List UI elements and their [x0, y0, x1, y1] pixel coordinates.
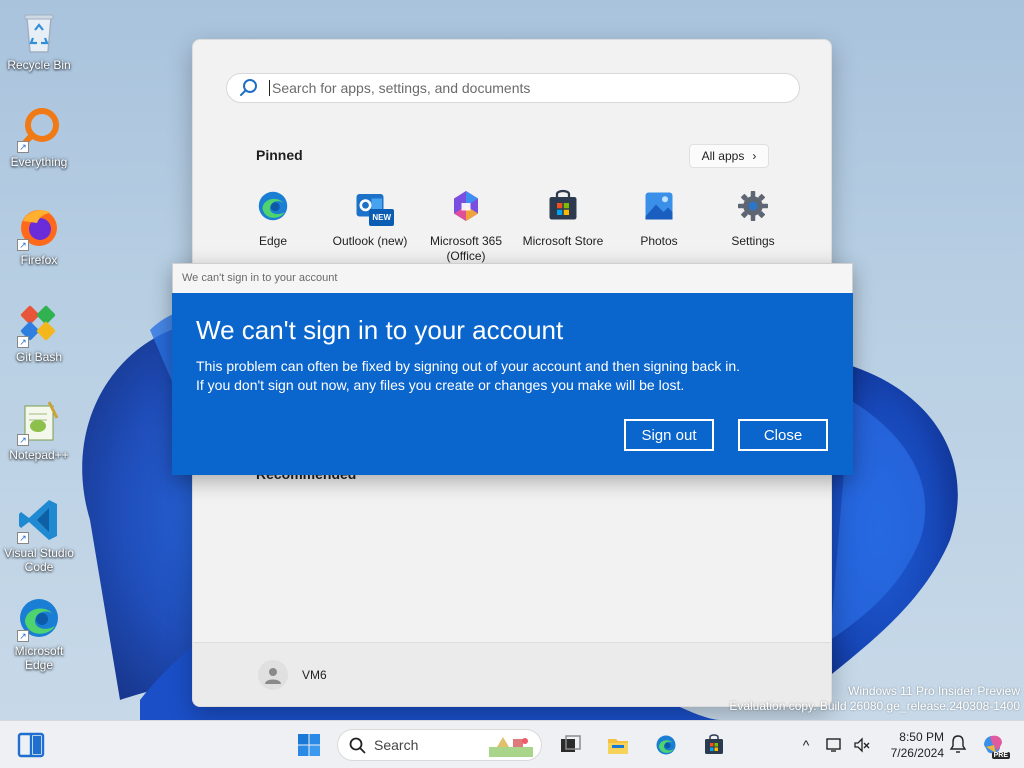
pinned-app-microsoft-store[interactable]: Microsoft Store: [513, 188, 613, 249]
pinned-app-label: Edge: [258, 234, 288, 248]
store-taskbar-button[interactable]: [694, 726, 734, 764]
search-icon: [240, 79, 257, 96]
windows-watermark: Windows 11 Pro Insider Preview Evaluatio…: [729, 684, 1020, 714]
desktop-icon-everything[interactable]: ↗ Everything: [0, 105, 78, 169]
pinned-app-label: Outlook (new): [332, 234, 408, 248]
store-icon: [705, 734, 723, 754]
dialog-message-line-2: If you don't sign out now, any files you…: [196, 377, 685, 393]
dialog-message: This problem can often be fixed by signi…: [196, 357, 740, 395]
sign-out-button[interactable]: Sign out: [624, 419, 714, 451]
shortcut-arrow-icon: ↗: [17, 532, 29, 544]
search-icon: [349, 737, 366, 754]
edge-icon: [656, 735, 676, 755]
desktop-icon-label: Visual Studio Code: [4, 546, 74, 574]
desktop-icon-label: Recycle Bin: [7, 58, 71, 72]
desktop-icon-label: Git Bash: [15, 350, 63, 364]
windows-logo-icon: [298, 734, 320, 756]
taskbar-search[interactable]: Search: [337, 729, 542, 761]
watermark-line-2: Evaluation copy. Build 26080.ge_release.…: [729, 699, 1020, 713]
chevron-right-icon: ›: [752, 149, 757, 163]
file-explorer-button[interactable]: [598, 726, 638, 764]
m365-icon: [454, 191, 478, 221]
taskbar-clock[interactable]: 8:50 PM 7/26/2024: [884, 729, 944, 761]
desktop-icon-label: Everything: [10, 155, 68, 169]
shortcut-arrow-icon: ↗: [17, 141, 29, 153]
start-button[interactable]: [289, 726, 329, 764]
taskbar-search-label: Search: [374, 737, 419, 753]
desktop-icon-microsoft-edge[interactable]: ↗ Microsoft Edge: [0, 594, 78, 672]
pinned-app-settings[interactable]: Settings: [703, 188, 803, 249]
sign-in-error-dialog: We can't sign in to your account We can'…: [172, 263, 853, 475]
desktop-icon-firefox[interactable]: ↗ Firefox: [0, 203, 78, 267]
dialog-heading: We can't sign in to your account: [196, 315, 564, 345]
dialog-body: We can't sign in to your account This pr…: [172, 293, 853, 475]
pinned-app-label: Settings: [731, 234, 775, 248]
clock-date: 7/26/2024: [890, 746, 944, 760]
pinned-app-label: Microsoft 365 (Office): [429, 234, 503, 263]
start-search-input[interactable]: [269, 80, 769, 96]
taskbar-apps: Search: [289, 726, 734, 764]
desktop-icon-label: Notepad++: [9, 448, 69, 462]
user-icon: [265, 668, 281, 684]
copilot-pre-badge: PRE: [991, 752, 1010, 759]
taskbar: Search ^ 8:50 PM 7/26/2024 PRE: [0, 720, 1024, 768]
pinned-app-label: Photos: [640, 234, 678, 248]
shortcut-arrow-icon: ↗: [17, 336, 29, 348]
shortcut-arrow-icon: ↗: [17, 434, 29, 446]
outlook-new-badge: NEW: [369, 209, 394, 226]
pinned-app-label: Microsoft Store: [522, 234, 604, 248]
dialog-titlebar: We can't sign in to your account: [172, 263, 853, 293]
copilot-button[interactable]: PRE: [980, 731, 1010, 759]
photos-icon: [645, 192, 673, 220]
start-search-box[interactable]: [226, 73, 800, 103]
desktop-icon-notepad-plus-plus[interactable]: ↗ Notepad++: [0, 398, 78, 462]
system-tray: ^: [795, 729, 873, 761]
all-apps-label: All apps: [701, 149, 745, 163]
gear-icon: [738, 191, 768, 221]
desktop-icon-label: Firefox: [20, 253, 58, 267]
notification-bell-icon[interactable]: [948, 734, 968, 754]
pinned-apps-grid: Edge NEW Outlook (new) Microsoft 365 (Of…: [223, 188, 803, 268]
shortcut-arrow-icon: ↗: [17, 239, 29, 251]
desktop-icon-vscode[interactable]: ↗ Visual Studio Code: [0, 496, 78, 574]
recycle-bin-icon: [24, 14, 54, 53]
user-name: VM6: [302, 668, 327, 682]
network-icon[interactable]: [823, 734, 845, 756]
folder-icon: [608, 739, 628, 754]
dialog-message-line-1: This problem can often be fixed by signi…: [196, 358, 741, 374]
edge-taskbar-button[interactable]: [646, 726, 686, 764]
pinned-app-photos[interactable]: Photos: [609, 188, 709, 249]
avatar: [258, 660, 288, 690]
pinned-app-outlook[interactable]: NEW Outlook (new): [320, 188, 420, 249]
search-highlight-icon: [489, 737, 533, 757]
clock-time: 8:50 PM: [899, 730, 944, 744]
all-apps-button[interactable]: All apps ›: [689, 144, 769, 168]
user-account-button[interactable]: VM6: [258, 660, 327, 690]
pinned-app-microsoft-365[interactable]: Microsoft 365 (Office): [416, 188, 516, 264]
desktop-icon-git-bash[interactable]: ↗ Git Bash: [0, 300, 78, 364]
close-button[interactable]: Close: [738, 419, 828, 451]
task-view-button[interactable]: [550, 726, 590, 764]
desktop-icon-label: Microsoft Edge: [14, 644, 64, 672]
widgets-icon[interactable]: [17, 732, 45, 758]
watermark-line-1: Windows 11 Pro Insider Preview: [848, 684, 1020, 698]
desktop-icon-recycle-bin[interactable]: Recycle Bin: [0, 8, 78, 72]
pinned-section-title: Pinned: [256, 147, 303, 163]
edge-icon: [258, 191, 288, 221]
volume-muted-icon[interactable]: [851, 734, 873, 756]
shortcut-arrow-icon: ↗: [17, 630, 29, 642]
store-icon: [549, 189, 577, 220]
chevron-up-icon[interactable]: ^: [795, 734, 817, 756]
pinned-app-edge[interactable]: Edge: [223, 188, 323, 249]
task-view-icon: [561, 735, 581, 752]
